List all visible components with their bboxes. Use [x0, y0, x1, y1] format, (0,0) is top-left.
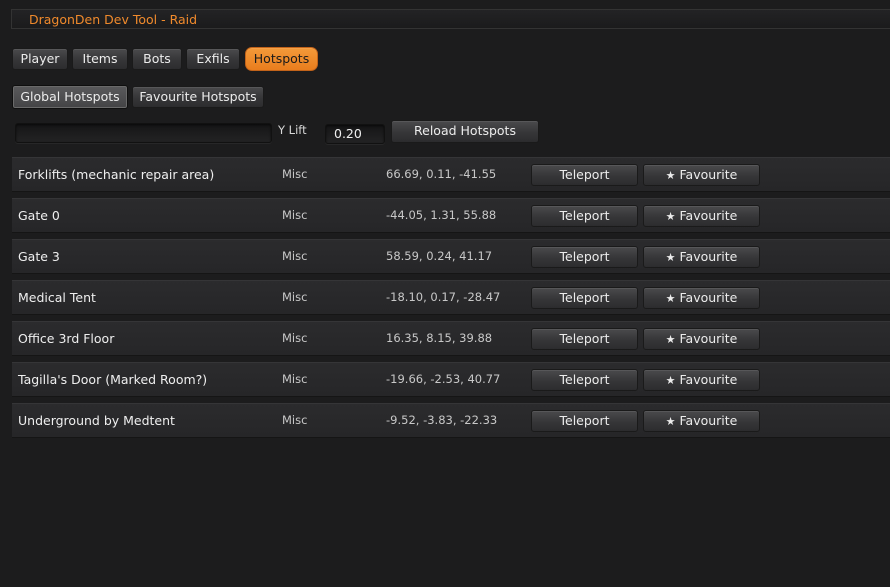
star-icon: ★ [665, 374, 676, 387]
favourite-label: Favourite [679, 413, 738, 428]
dev-tool-window: DragonDen Dev Tool - Raid Player Items B… [0, 0, 890, 587]
hotspot-category: Misc [282, 372, 308, 386]
star-icon: ★ [665, 292, 676, 305]
teleport-button[interactable]: Teleport [531, 246, 638, 268]
hotspot-name: Office 3rd Floor [18, 331, 115, 346]
favourite-label: Favourite [679, 167, 738, 182]
hotspot-name: Forklifts (mechanic repair area) [18, 167, 215, 182]
subtab-favourite-hotspots[interactable]: Favourite Hotspots [132, 86, 264, 108]
hotspot-category: Misc [282, 208, 308, 222]
hotspot-name: Tagilla's Door (Marked Room?) [18, 372, 208, 387]
reload-hotspots-button[interactable]: Reload Hotspots [391, 120, 539, 143]
tab-player[interactable]: Player [12, 48, 68, 70]
hotspot-row: Underground by Medtent Misc -9.52, -3.83… [12, 403, 890, 438]
hotspot-row: Tagilla's Door (Marked Room?) Misc -19.6… [12, 362, 890, 397]
hotspot-category: Misc [282, 167, 308, 181]
star-icon: ★ [665, 415, 676, 428]
star-icon: ★ [665, 333, 676, 346]
hotspot-row: Medical Tent Misc -18.10, 0.17, -28.47 T… [12, 280, 890, 315]
tab-items[interactable]: Items [72, 48, 128, 70]
favourite-button[interactable]: ★ Favourite [643, 246, 760, 268]
teleport-button[interactable]: Teleport [531, 410, 638, 432]
star-icon: ★ [665, 169, 676, 182]
hotspot-position: -9.52, -3.83, -22.33 [386, 413, 498, 427]
hotspot-position: -44.05, 1.31, 55.88 [386, 208, 497, 222]
favourite-label: Favourite [679, 372, 738, 387]
hotspot-category: Misc [282, 331, 308, 345]
favourite-label: Favourite [679, 290, 738, 305]
title-bar[interactable]: DragonDen Dev Tool - Raid [11, 9, 890, 29]
y-lift-input[interactable]: 0.20 [325, 124, 385, 144]
hotspot-row: Gate 3 Misc 58.59, 0.24, 41.17 Teleport … [12, 239, 890, 274]
star-icon: ★ [665, 210, 676, 223]
hotspot-name: Medical Tent [18, 290, 96, 305]
hotspot-position: -19.66, -2.53, 40.77 [386, 372, 501, 386]
window-title: DragonDen Dev Tool - Raid [29, 12, 198, 27]
hotspot-name: Underground by Medtent [18, 413, 175, 428]
hotspot-category: Misc [282, 290, 308, 304]
hotspot-position: -18.10, 0.17, -28.47 [386, 290, 501, 304]
tab-hotspots[interactable]: Hotspots [245, 47, 318, 71]
favourite-button[interactable]: ★ Favourite [643, 328, 760, 350]
favourite-label: Favourite [679, 249, 738, 264]
favourite-label: Favourite [679, 208, 738, 223]
teleport-button[interactable]: Teleport [531, 369, 638, 391]
favourite-button[interactable]: ★ Favourite [643, 287, 760, 309]
hotspot-category: Misc [282, 413, 308, 427]
search-input[interactable] [15, 123, 272, 143]
hotspot-category: Misc [282, 249, 308, 263]
favourite-button[interactable]: ★ Favourite [643, 369, 760, 391]
teleport-button[interactable]: Teleport [531, 287, 638, 309]
teleport-button[interactable]: Teleport [531, 328, 638, 350]
tab-bots[interactable]: Bots [132, 48, 182, 70]
hotspot-position: 66.69, 0.11, -41.55 [386, 167, 497, 181]
hotspot-name: Gate 3 [18, 249, 60, 264]
hotspot-position: 16.35, 8.15, 39.88 [386, 331, 493, 345]
favourite-button[interactable]: ★ Favourite [643, 410, 760, 432]
hotspot-name: Gate 0 [18, 208, 60, 223]
hotspot-row: Office 3rd Floor Misc 16.35, 8.15, 39.88… [12, 321, 890, 356]
favourite-button[interactable]: ★ Favourite [643, 164, 760, 186]
star-icon: ★ [665, 251, 676, 264]
hotspot-position: 58.59, 0.24, 41.17 [386, 249, 493, 263]
hotspot-row: Forklifts (mechanic repair area) Misc 66… [12, 157, 890, 192]
y-lift-label: Y Lift [278, 123, 307, 137]
subtab-global-hotspots[interactable]: Global Hotspots [12, 85, 128, 109]
favourite-button[interactable]: ★ Favourite [643, 205, 760, 227]
tab-exfils[interactable]: Exfils [186, 48, 240, 70]
teleport-button[interactable]: Teleport [531, 205, 638, 227]
teleport-button[interactable]: Teleport [531, 164, 638, 186]
favourite-label: Favourite [679, 331, 738, 346]
hotspot-row: Gate 0 Misc -44.05, 1.31, 55.88 Teleport… [12, 198, 890, 233]
